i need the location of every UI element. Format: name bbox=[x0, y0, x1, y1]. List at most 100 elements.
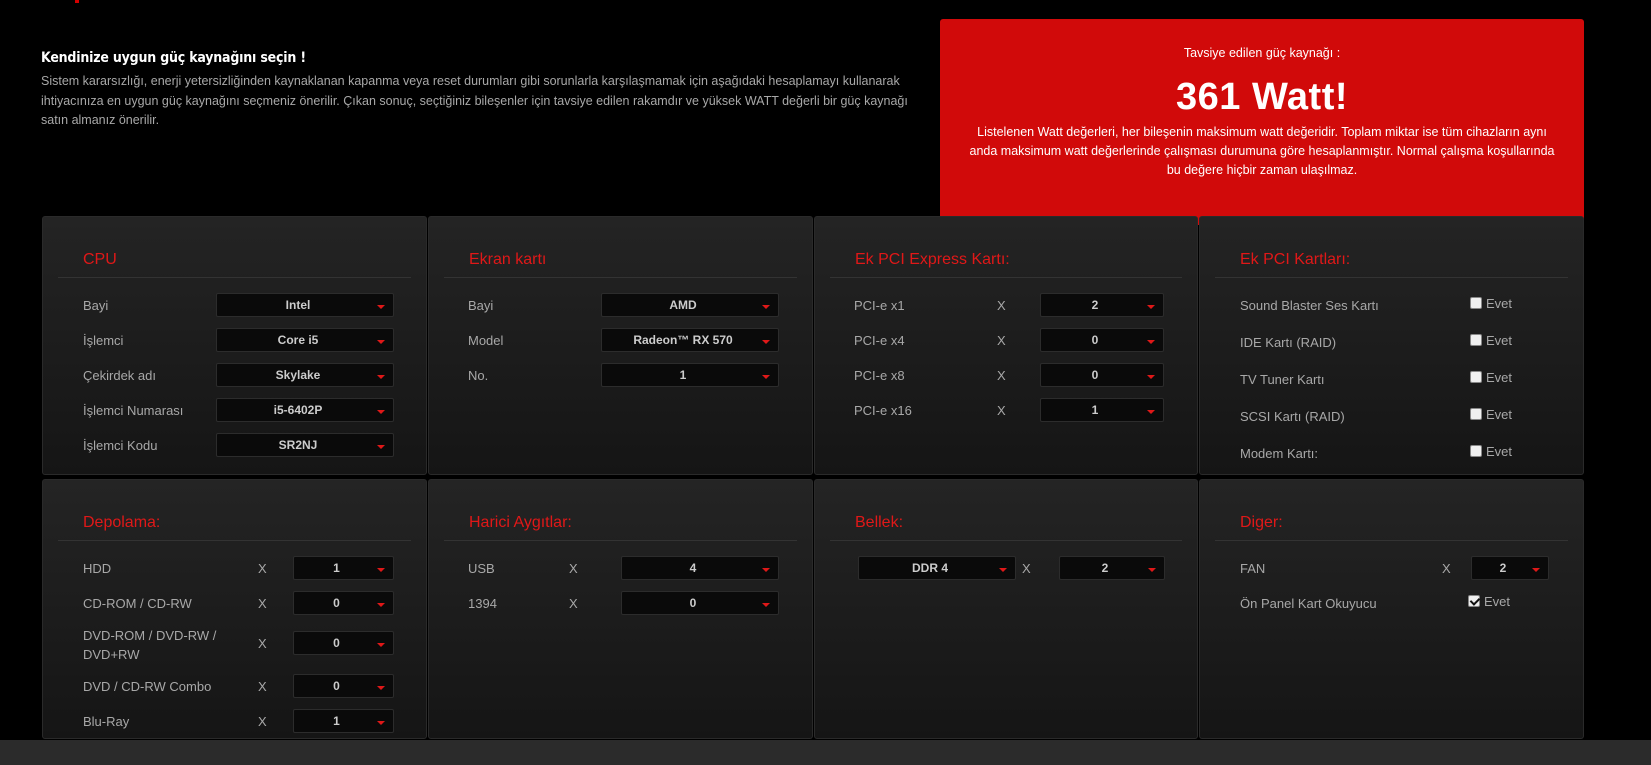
pcie-x1-select[interactable]: 2 bbox=[1040, 293, 1164, 317]
multiply-sign: X bbox=[258, 596, 267, 611]
pcie-x16-label: PCI-e x16 bbox=[854, 403, 912, 418]
cpu-number-select[interactable]: i5-6402P bbox=[216, 398, 394, 422]
combo-select[interactable]: 0 bbox=[293, 674, 394, 698]
storage-title: Depolama: bbox=[83, 514, 161, 531]
scsi-card-checkbox[interactable]: Evet bbox=[1470, 407, 1512, 422]
multiply-sign: X bbox=[997, 368, 1006, 383]
multiply-sign: X bbox=[997, 298, 1006, 313]
chevron-down-icon bbox=[999, 568, 1007, 572]
pcie-x4-select[interactable]: 0 bbox=[1040, 328, 1164, 352]
recommendation-label: Tavsiye edilen güç kaynağı : bbox=[1183, 46, 1341, 60]
checkbox-icon[interactable] bbox=[1470, 408, 1482, 420]
bluray-select[interactable]: 1 bbox=[293, 709, 394, 733]
chevron-down-icon bbox=[1147, 340, 1155, 344]
chevron-down-icon bbox=[377, 721, 385, 725]
sound-card-checkbox[interactable]: Evet bbox=[1470, 296, 1512, 311]
checkbox-icon[interactable] bbox=[1470, 297, 1482, 309]
dvdrom-label: DVD-ROM / DVD-RW / DVD+RW bbox=[83, 628, 217, 662]
hdd-select[interactable]: 1 bbox=[293, 556, 394, 580]
pcie-x8-label: PCI-e x8 bbox=[854, 368, 905, 383]
gpu-panel: Ekran kartı Bayi AMD Model Radeon™ RX 57… bbox=[428, 216, 813, 475]
multiply-sign: X bbox=[997, 333, 1006, 348]
gpu-model-select[interactable]: Radeon™ RX 570 bbox=[601, 328, 779, 352]
multiply-sign: X bbox=[569, 561, 578, 576]
memory-panel: Bellek: DDR 4 X 2 bbox=[814, 479, 1198, 739]
memory-type-select[interactable]: DDR 4 bbox=[858, 556, 1016, 580]
cdrom-select[interactable]: 0 bbox=[293, 591, 394, 615]
cpu-code-select[interactable]: SR2NJ bbox=[216, 433, 394, 457]
cpu-core-select[interactable]: Skylake bbox=[216, 363, 394, 387]
divider bbox=[58, 277, 411, 278]
firewire-label: 1394 bbox=[468, 596, 497, 611]
cpu-vendor-label: Bayi bbox=[83, 298, 109, 313]
card-reader-checkbox[interactable]: Evet bbox=[1468, 594, 1510, 609]
cpu-vendor-select[interactable]: Intel bbox=[216, 293, 394, 317]
top-accent-mark bbox=[75, 0, 79, 3]
chevron-down-icon bbox=[762, 305, 770, 309]
recommendation-callout: Tavsiye edilen güç kaynağı : 361 Watt! L… bbox=[940, 19, 1584, 249]
chevron-down-icon bbox=[1148, 568, 1156, 572]
chevron-down-icon bbox=[377, 643, 385, 647]
pcie-x16-select[interactable]: 1 bbox=[1040, 398, 1164, 422]
chevron-down-icon bbox=[762, 340, 770, 344]
intro-text: Sistem kararsızlığı, enerji yetersizliği… bbox=[41, 74, 908, 127]
gpu-vendor-select[interactable]: AMD bbox=[601, 293, 779, 317]
chevron-down-icon bbox=[1147, 410, 1155, 414]
chevron-down-icon bbox=[377, 568, 385, 572]
tv-tuner-checkbox[interactable]: Evet bbox=[1470, 370, 1512, 385]
intro-section: Kendinize uygun güç kaynağını seçin ! Si… bbox=[41, 50, 921, 131]
pcie-x8-select[interactable]: 0 bbox=[1040, 363, 1164, 387]
chevron-down-icon bbox=[1147, 375, 1155, 379]
hdd-label: HDD bbox=[83, 561, 112, 576]
chevron-down-icon bbox=[377, 340, 385, 344]
recommendation-note: Listelenen Watt değerleri, her bileşenin… bbox=[969, 125, 1555, 177]
sound-card-label: Sound Blaster Ses Kartı bbox=[1240, 298, 1379, 313]
checkbox-icon[interactable] bbox=[1470, 334, 1482, 346]
usb-label: USB bbox=[468, 561, 495, 576]
checkbox-checked-icon[interactable] bbox=[1468, 595, 1480, 607]
memory-count-select[interactable]: 2 bbox=[1059, 556, 1165, 580]
multiply-sign: X bbox=[1442, 561, 1451, 576]
multiply-sign: X bbox=[569, 596, 578, 611]
cpu-processor-select[interactable]: Core i5 bbox=[216, 328, 394, 352]
cpu-code-label: İşlemci Kodu bbox=[83, 438, 158, 453]
ide-card-checkbox[interactable]: Evet bbox=[1470, 333, 1512, 348]
gpu-count-label: No. bbox=[468, 368, 489, 383]
multiply-sign: X bbox=[258, 714, 267, 729]
multiply-sign: X bbox=[258, 679, 267, 694]
gpu-model-label: Model bbox=[468, 333, 504, 348]
chevron-down-icon bbox=[377, 603, 385, 607]
pci-title: Ek PCI Kartları: bbox=[1240, 251, 1351, 268]
ide-card-label: IDE Kartı (RAID) bbox=[1240, 335, 1337, 350]
recommended-wattage: 361 Watt! bbox=[1175, 76, 1348, 118]
usb-select[interactable]: 4 bbox=[621, 556, 779, 580]
checkbox-icon[interactable] bbox=[1470, 371, 1482, 383]
cdrom-label: CD-ROM / CD-RW bbox=[83, 596, 192, 611]
external-panel: Harici Aygıtlar: USB X 4 1394 X 0 bbox=[428, 479, 813, 739]
storage-panel: Depolama: HDD X 1 CD-ROM / CD-RW X 0 DVD… bbox=[42, 479, 427, 739]
pcie-title: Ek PCI Express Kartı: bbox=[855, 251, 1010, 268]
divider bbox=[444, 277, 797, 278]
modem-card-checkbox[interactable]: Evet bbox=[1470, 444, 1512, 459]
chevron-down-icon bbox=[762, 568, 770, 572]
chevron-down-icon bbox=[377, 410, 385, 414]
divider bbox=[1215, 540, 1568, 541]
checkbox-icon[interactable] bbox=[1470, 445, 1482, 457]
cpu-number-label: İşlemci Numarası bbox=[83, 403, 184, 418]
cpu-core-label: Çekirdek adı bbox=[83, 368, 156, 383]
modem-card-label: Modem Kartı: bbox=[1240, 446, 1319, 461]
dvdrom-select[interactable]: 0 bbox=[293, 631, 394, 655]
fan-label: FAN bbox=[1240, 561, 1266, 576]
divider bbox=[1215, 277, 1568, 278]
external-title: Harici Aygıtlar: bbox=[469, 514, 572, 531]
cpu-panel: CPU Bayi Intel İşlemci Core i5 Çekirdek … bbox=[42, 216, 427, 475]
fan-select[interactable]: 2 bbox=[1471, 556, 1549, 580]
gpu-count-select[interactable]: 1 bbox=[601, 363, 779, 387]
multiply-sign: X bbox=[258, 561, 267, 576]
multiply-sign: X bbox=[997, 403, 1006, 418]
divider bbox=[830, 540, 1182, 541]
bottom-bar bbox=[0, 740, 1651, 765]
firewire-select[interactable]: 0 bbox=[621, 591, 779, 615]
divider bbox=[830, 277, 1182, 278]
gpu-vendor-label: Bayi bbox=[468, 298, 494, 313]
